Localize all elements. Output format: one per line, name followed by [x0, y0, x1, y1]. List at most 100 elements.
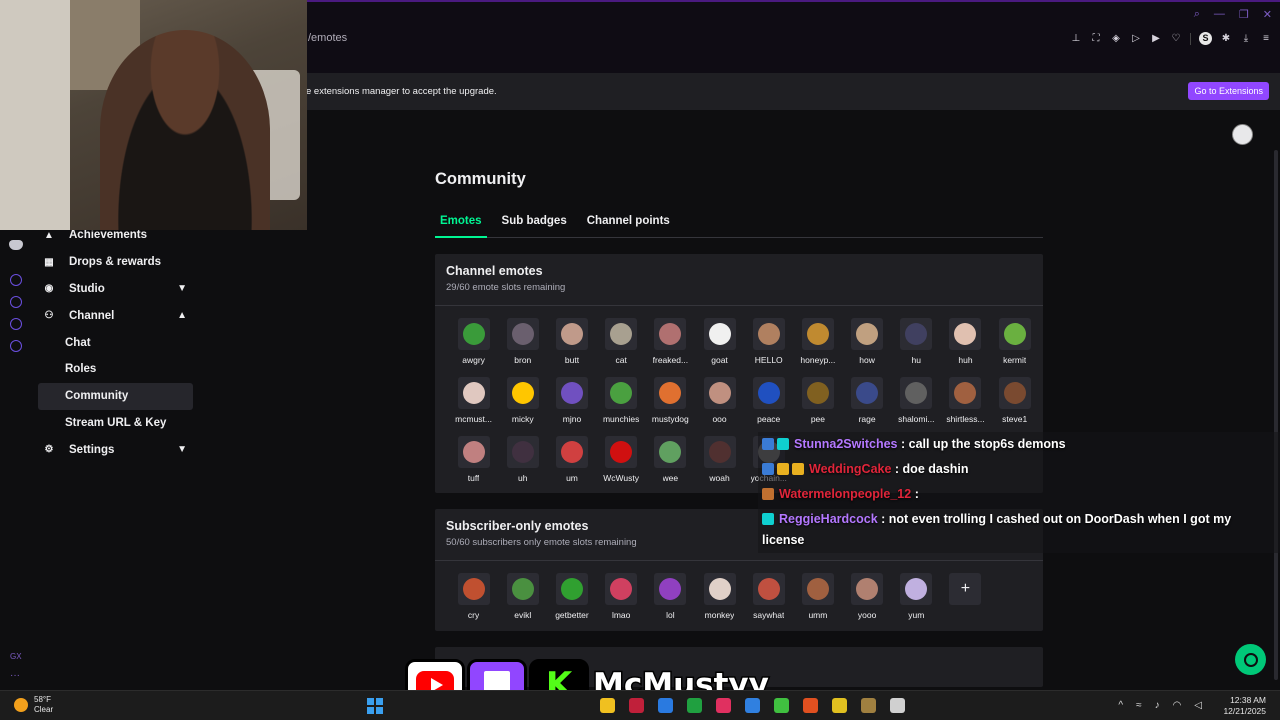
emote-item[interactable]: ooo: [695, 377, 744, 436]
edge-icon[interactable]: [658, 698, 673, 713]
emote-item[interactable]: hu: [892, 318, 941, 377]
emote-item[interactable]: peace: [744, 377, 793, 436]
emote-item[interactable]: yum: [892, 573, 941, 632]
sidebar-item-chat[interactable]: Chat: [38, 329, 193, 356]
heart-icon[interactable]: ♡: [1170, 33, 1182, 45]
sidebar-item-studio[interactable]: ◉ Studio ▼: [38, 276, 193, 303]
emote-item[interactable]: steve1: [990, 377, 1039, 436]
emote-item[interactable]: kermit: [990, 318, 1039, 377]
emote-item[interactable]: uh: [498, 436, 547, 495]
history-icon[interactable]: [10, 296, 22, 308]
obs-icon[interactable]: [803, 698, 818, 713]
go-to-extensions-button[interactable]: Go to Extensions: [1188, 82, 1269, 100]
sidebar-item-settings[interactable]: ⚙ Settings ▼: [38, 436, 193, 463]
emote-item[interactable]: getbetter: [547, 573, 596, 632]
sidebar-item-stream-key[interactable]: Stream URL & Key: [38, 410, 193, 437]
sidebar-item-community[interactable]: Community: [38, 382, 193, 410]
app-icon[interactable]: [716, 698, 731, 713]
emote-item[interactable]: lol: [646, 573, 695, 632]
emote-item[interactable]: huh: [941, 318, 990, 377]
emote-item[interactable]: mustydog: [646, 377, 695, 436]
sidebar-item-channel[interactable]: ⚇ Channel ▲: [38, 302, 193, 329]
chat-username: ReggieHardcock: [779, 512, 878, 526]
weather-text: 58°F Clear: [34, 695, 53, 715]
emote-item[interactable]: yooo: [843, 573, 892, 632]
emote-item[interactable]: cat: [597, 318, 646, 377]
file-explorer-icon[interactable]: [600, 698, 615, 713]
settings-rail-icon[interactable]: [10, 340, 22, 352]
opera-icon[interactable]: [629, 698, 644, 713]
emote-item[interactable]: WcWusty: [597, 436, 646, 495]
emote-item[interactable]: mjno: [547, 377, 596, 436]
emote-item[interactable]: woah: [695, 436, 744, 495]
emote-image: [506, 377, 539, 409]
tab-sub-badges[interactable]: Sub badges: [497, 213, 572, 238]
emote-item[interactable]: evikl: [498, 573, 547, 632]
extensions-icon[interactable]: [10, 318, 22, 330]
chevron-up-icon[interactable]: ^: [1118, 700, 1123, 711]
volume-icon[interactable]: ◁: [1194, 700, 1202, 711]
play-icon[interactable]: ▶: [1150, 33, 1162, 45]
emote-item[interactable]: monkey: [695, 573, 744, 632]
emote-item[interactable]: pee: [793, 377, 842, 436]
emote-item[interactable]: honeyp...: [793, 318, 842, 377]
sidebar-item-roles[interactable]: Roles: [38, 356, 193, 383]
emote-item[interactable]: tuff: [449, 436, 498, 495]
emote-item[interactable]: bron: [498, 318, 547, 377]
download-icon[interactable]: ⤓: [1240, 33, 1252, 45]
compass-icon[interactable]: [10, 274, 22, 286]
emote-item[interactable]: HELLO: [744, 318, 793, 377]
tab-emotes[interactable]: Emotes: [435, 213, 487, 238]
weather-widget[interactable]: 58°F Clear: [14, 695, 53, 715]
send-icon[interactable]: ▷: [1130, 33, 1142, 45]
emote-item[interactable]: umm: [793, 573, 842, 632]
search-icon[interactable]: ⌕: [1194, 8, 1200, 21]
emote-item[interactable]: awgry: [449, 318, 498, 377]
minimize-icon[interactable]: —: [1214, 8, 1225, 21]
restore-icon[interactable]: ❐: [1239, 8, 1249, 21]
emote-item[interactable]: wee: [646, 436, 695, 495]
chrome-icon[interactable]: [832, 698, 847, 713]
emote-item[interactable]: butt: [547, 318, 596, 377]
add-emote-button[interactable]: +: [941, 573, 990, 632]
emote-item[interactable]: cry: [449, 573, 498, 632]
menu-icon[interactable]: ≡: [1260, 33, 1272, 45]
emote-item[interactable]: saywhat: [744, 573, 793, 632]
tab-channel-points[interactable]: Channel points: [582, 213, 675, 238]
settings-app-icon[interactable]: [890, 698, 905, 713]
address-bar[interactable]: /emotes: [308, 32, 347, 44]
network-icon[interactable]: ≈: [1136, 700, 1142, 711]
xbox-icon[interactable]: [687, 698, 702, 713]
close-icon[interactable]: ✕: [1263, 8, 1272, 21]
emote-item[interactable]: how: [843, 318, 892, 377]
weather-condition: Clear: [34, 705, 54, 714]
s-extension-icon[interactable]: S: [1199, 32, 1212, 45]
emote-item[interactable]: munchies: [597, 377, 646, 436]
emote-item[interactable]: freaked...: [646, 318, 695, 377]
emote-item[interactable]: goat: [695, 318, 744, 377]
emote-item[interactable]: micky: [498, 377, 547, 436]
capture-icon[interactable]: ⛶: [1090, 33, 1102, 45]
emote-item[interactable]: shalomi...: [892, 377, 941, 436]
emote-item[interactable]: mcmust...: [449, 377, 498, 436]
sidebar-item-drops[interactable]: ▦ Drops & rewards: [38, 249, 193, 276]
puzzle-icon[interactable]: ✱: [1220, 33, 1232, 45]
pin-icon[interactable]: ⊥: [1070, 33, 1082, 45]
wifi-icon[interactable]: ◠: [1173, 700, 1182, 711]
more-icon[interactable]: ···: [10, 670, 20, 681]
store-icon[interactable]: [745, 698, 760, 713]
discord-icon[interactable]: [9, 240, 23, 250]
emote-item[interactable]: rage: [843, 377, 892, 436]
spreadsheet-icon[interactable]: [774, 698, 789, 713]
scrollbar[interactable]: [1274, 150, 1278, 680]
avatar[interactable]: [1232, 124, 1253, 145]
start-icon[interactable]: [367, 698, 383, 714]
shield-icon[interactable]: ◈: [1110, 33, 1122, 45]
clock[interactable]: 12:38 AM 12/21/2025: [1223, 695, 1266, 717]
mic-icon[interactable]: ♪: [1155, 700, 1160, 711]
emote-item[interactable]: lmao: [597, 573, 646, 632]
help-button[interactable]: [1235, 644, 1266, 675]
emote-item[interactable]: shirtless...: [941, 377, 990, 436]
app-icon[interactable]: [861, 698, 876, 713]
emote-item[interactable]: um: [547, 436, 596, 495]
